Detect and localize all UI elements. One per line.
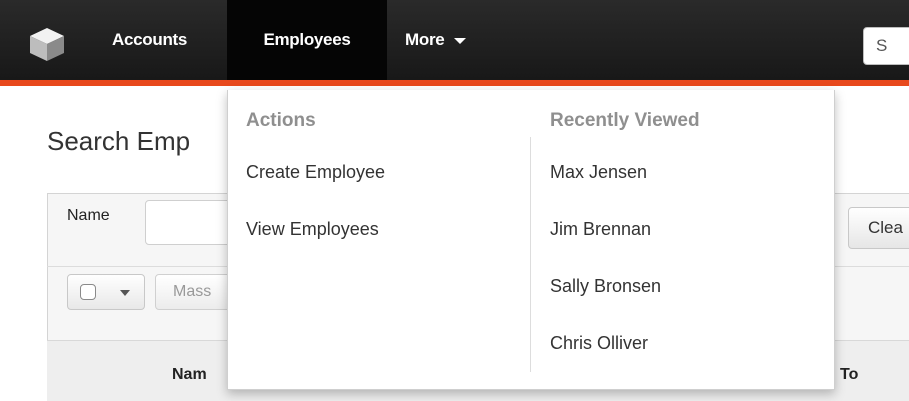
menu-item-create-employee[interactable]: Create Employee <box>246 162 385 183</box>
nav-employees[interactable]: Employees <box>227 0 387 80</box>
nav-more[interactable]: More <box>405 0 515 80</box>
column-header-name[interactable]: Nam <box>172 366 207 384</box>
chevron-down-icon <box>120 290 130 296</box>
recent-item-max-jensen[interactable]: Max Jensen <box>550 162 647 183</box>
nav-more-label: More <box>405 30 445 49</box>
mass-action-button[interactable]: Mass <box>155 274 235 310</box>
menu-divider <box>530 137 531 372</box>
column-header-to[interactable]: To <box>840 366 858 384</box>
search-input[interactable]: S <box>863 27 909 65</box>
actions-heading: Actions <box>246 110 316 131</box>
name-filter-label: Name <box>67 207 110 224</box>
page-title: Search Emp <box>47 126 191 156</box>
employees-dropdown-menu: Actions Create Employee View Employees R… <box>227 90 835 390</box>
name-filter-input[interactable] <box>145 200 235 245</box>
select-all-dropdown[interactable] <box>67 274 145 310</box>
recent-item-sally-bronsen[interactable]: Sally Bronsen <box>550 276 661 297</box>
nav-accounts[interactable]: Accounts <box>112 0 222 80</box>
top-navbar: Accounts Employees More S <box>0 0 909 86</box>
cube-logo-icon[interactable] <box>27 26 67 62</box>
recently-viewed-heading: Recently Viewed <box>550 110 700 131</box>
recent-item-jim-brennan[interactable]: Jim Brennan <box>550 219 651 240</box>
recent-item-chris-olliver[interactable]: Chris Olliver <box>550 333 648 354</box>
select-all-checkbox[interactable] <box>80 284 96 300</box>
clear-button[interactable]: Clea <box>848 207 909 249</box>
chevron-down-icon <box>454 37 467 44</box>
menu-item-view-employees[interactable]: View Employees <box>246 219 379 240</box>
